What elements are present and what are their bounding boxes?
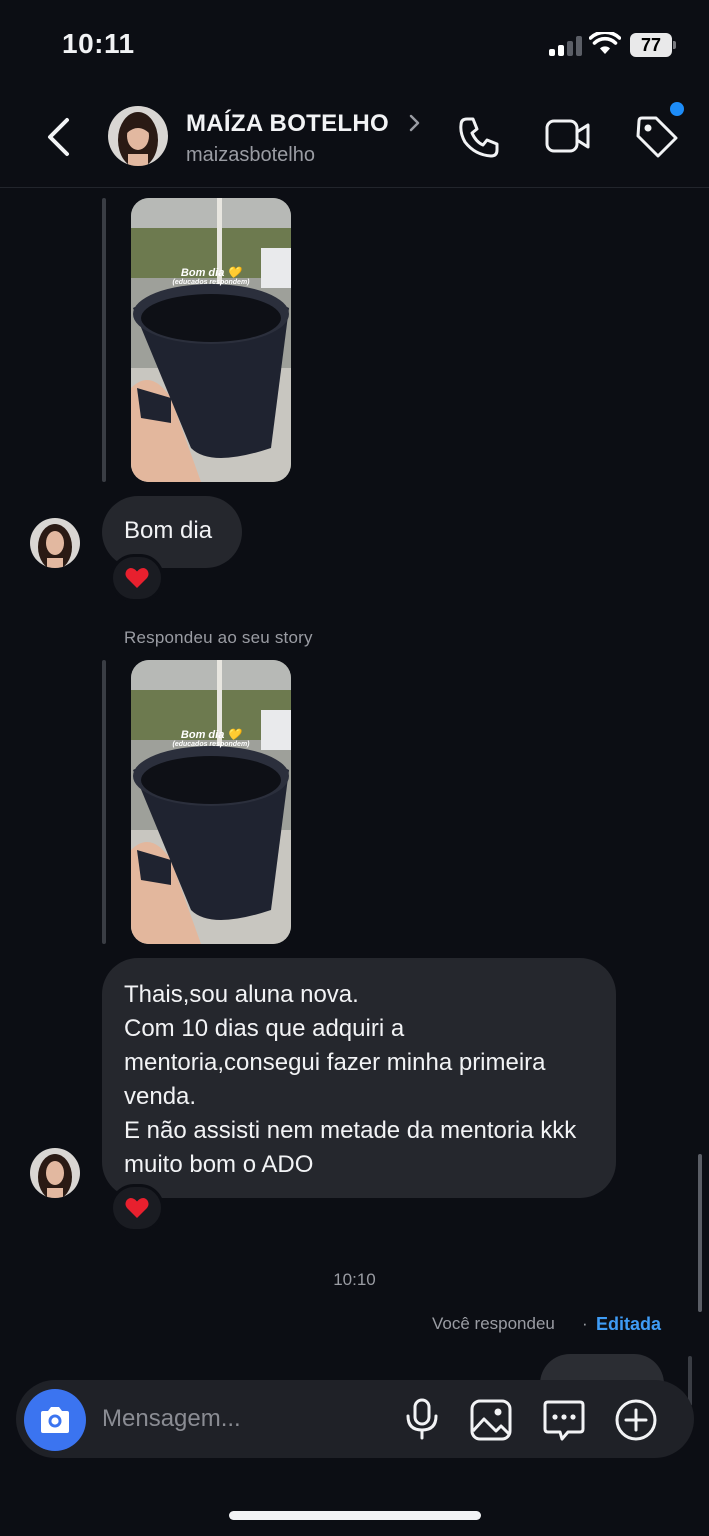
- story-caption: Bom dia 💛: [180, 267, 242, 279]
- sender-avatar[interactable]: [30, 1148, 80, 1198]
- notification-dot: [670, 102, 684, 116]
- tag-button[interactable]: [634, 114, 680, 160]
- battery-level: 77: [630, 33, 672, 57]
- video-call-button[interactable]: [544, 116, 592, 156]
- wifi-icon: [588, 30, 622, 56]
- story-caption-sub: (educados respondem): [172, 279, 250, 286]
- contact-name[interactable]: MAÍZA BOTELHO: [186, 110, 389, 138]
- message-paragraph: E não assisti nem metade da mentoria kkk…: [124, 1117, 577, 1178]
- signal-icon: [549, 36, 583, 56]
- camera-icon: [41, 1407, 69, 1433]
- contact-avatar[interactable]: [108, 106, 168, 166]
- reply-line: [102, 198, 106, 482]
- more-options-button[interactable]: [614, 1398, 658, 1442]
- heart-icon: [125, 567, 149, 588]
- chevron-right-icon[interactable]: [408, 112, 422, 134]
- video-camera-icon: [545, 119, 590, 153]
- battery-icon: 77: [630, 33, 676, 57]
- back-button[interactable]: [40, 114, 80, 160]
- microphone-icon: [406, 1398, 438, 1440]
- contact-username[interactable]: maizasbotelho: [186, 144, 315, 167]
- reply-line: [102, 660, 106, 944]
- message-timestamp: 10:10: [333, 1270, 376, 1289]
- sticker-button[interactable]: [542, 1398, 586, 1442]
- gallery-icon: [470, 1399, 512, 1441]
- message-input[interactable]: [102, 1402, 382, 1436]
- message-paragraph: Com 10 dias que adquiri a mentoria,conse…: [124, 1015, 546, 1110]
- chat-header: MAÍZA BOTELHO maizasbotelho: [0, 94, 709, 188]
- home-indicator: [229, 1511, 481, 1520]
- phone-icon: [459, 117, 499, 158]
- heart-icon: [125, 1197, 149, 1218]
- sender-avatar[interactable]: [30, 518, 80, 568]
- voice-message-button[interactable]: [404, 1398, 440, 1440]
- reply-label: Respondeu ao seu story: [124, 628, 313, 647]
- message-composer: [16, 1380, 694, 1458]
- story-thumbnail[interactable]: Bom dia 💛 (educados respondem): [131, 198, 291, 482]
- status-time: 10:11: [62, 28, 135, 59]
- message-paragraph: Thais,sou aluna nova.: [124, 981, 359, 1008]
- back-arrow-icon: [48, 118, 69, 156]
- camera-button[interactable]: [24, 1389, 86, 1451]
- gallery-button[interactable]: [470, 1399, 512, 1441]
- story-caption-sub: (educados respondem): [172, 741, 250, 748]
- message-bubble[interactable]: Thais,sou aluna nova. Com 10 dias que ad…: [102, 958, 616, 1198]
- story-thumbnail[interactable]: Bom dia 💛 (educados respondem): [131, 660, 291, 944]
- story-caption: Bom dia 💛: [180, 729, 242, 741]
- call-button[interactable]: [456, 114, 502, 160]
- message-text: Bom dia: [124, 517, 213, 544]
- reaction-badge[interactable]: [110, 1184, 164, 1232]
- tag-icon: [636, 116, 678, 158]
- sticker-icon: [543, 1400, 585, 1441]
- edited-link[interactable]: Editada: [596, 1314, 661, 1335]
- separator-dot: ·: [582, 1314, 588, 1333]
- plus-icon: [615, 1399, 657, 1441]
- scrollbar[interactable]: [698, 1154, 702, 1312]
- you-replied-label: Você respondeu: [432, 1314, 555, 1333]
- reaction-badge[interactable]: [110, 554, 164, 602]
